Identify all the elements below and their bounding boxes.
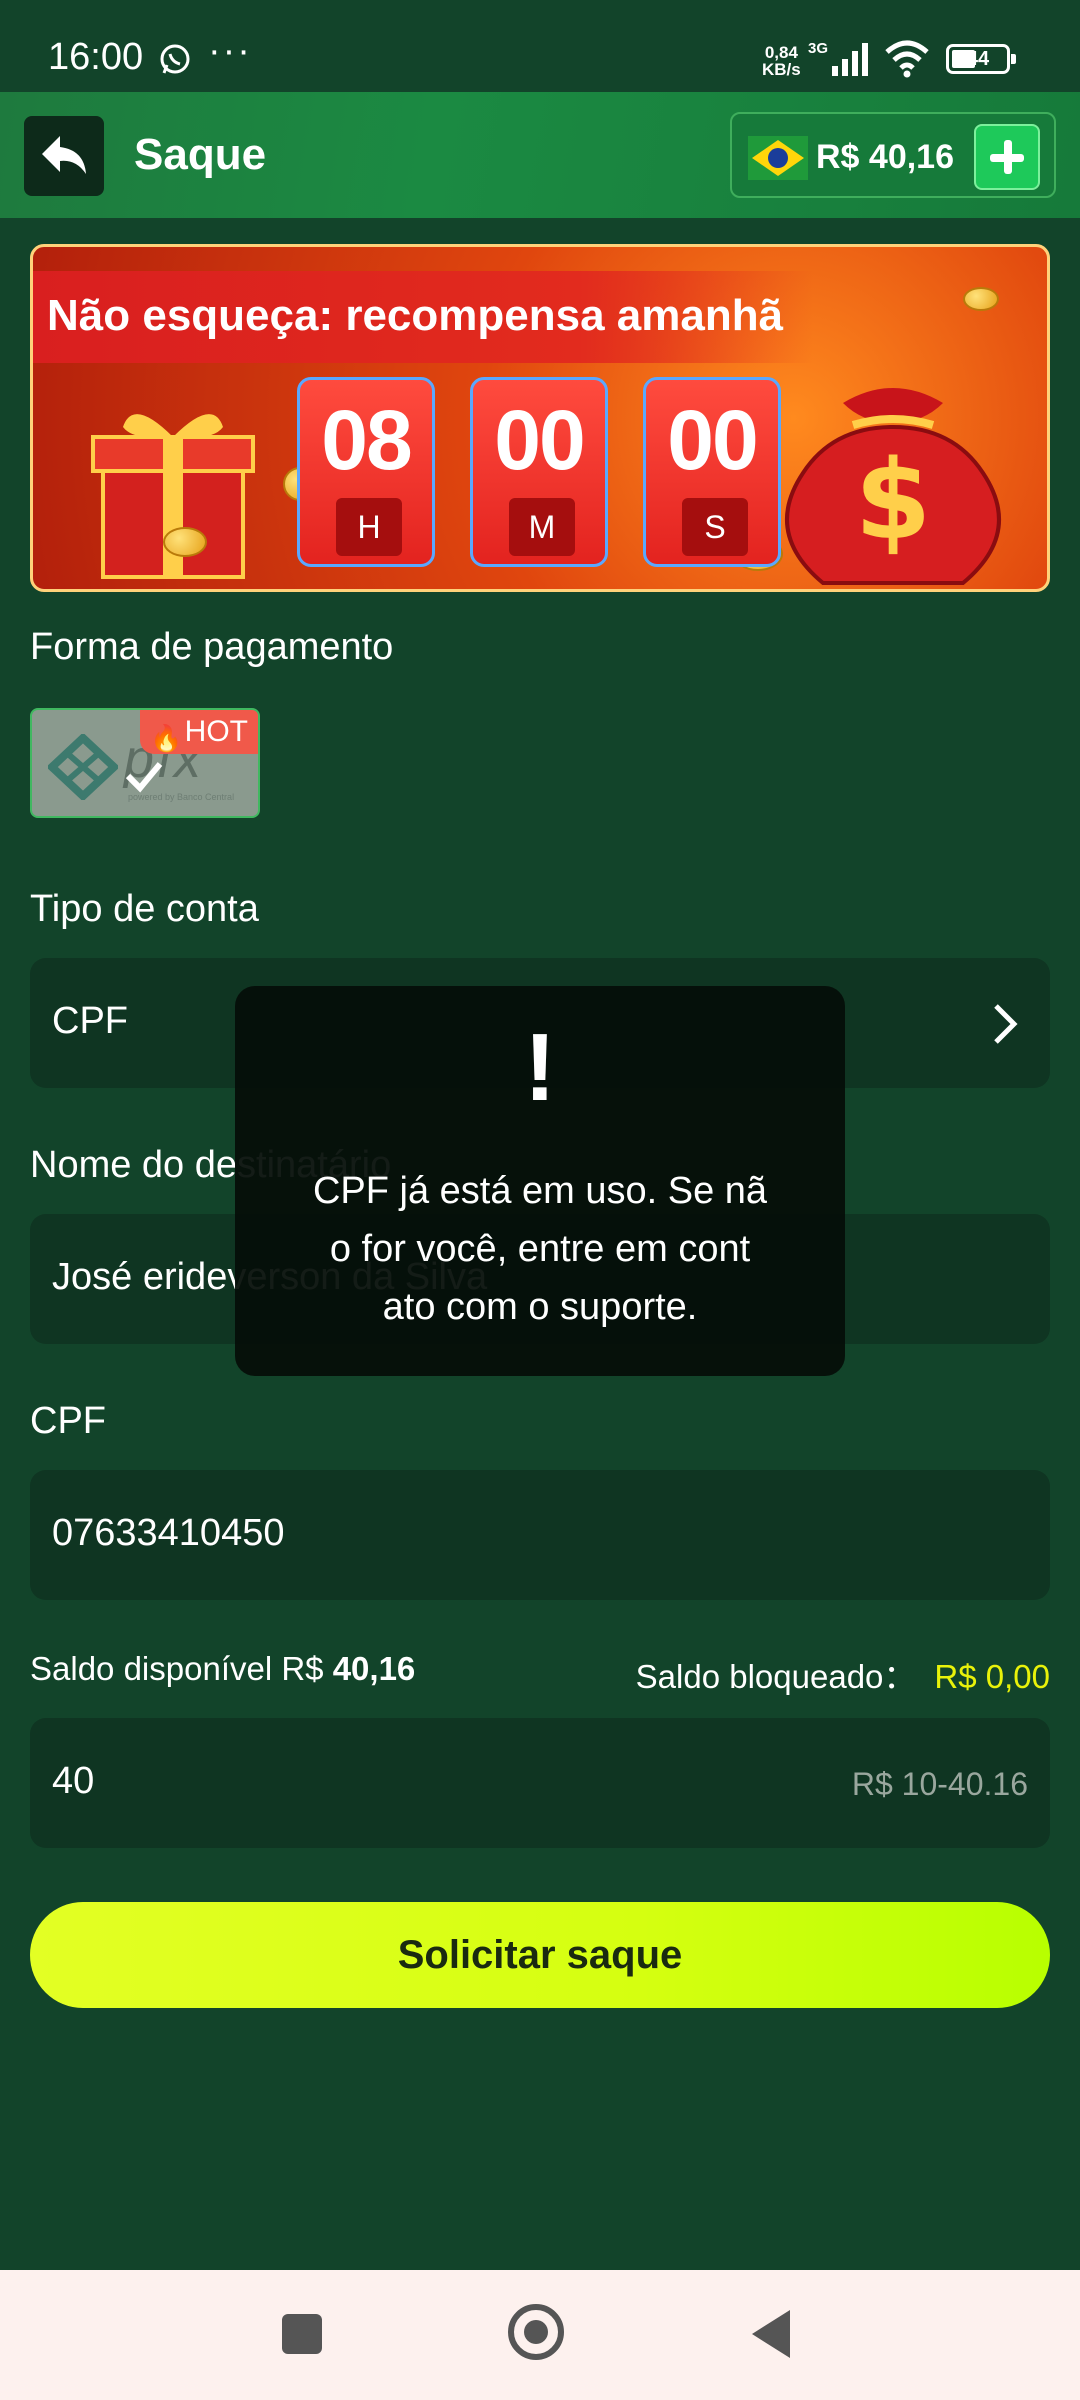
- gift-box-icon: [91, 414, 255, 579]
- blocked-balance: Saldo bloqueado： R$ 0,00: [635, 1658, 1050, 1695]
- reward-banner[interactable]: Não esqueça: recompensa amanhã $ 08 H 00…: [30, 244, 1050, 592]
- pix-payment-option[interactable]: pix powered by Banco Central 🔥 HOT: [30, 708, 260, 818]
- banner-title: Não esqueça: recompensa amanhã: [47, 291, 784, 340]
- flame-icon: 🔥: [150, 723, 183, 753]
- coin-icon: [963, 287, 999, 311]
- amount-value: 40: [52, 1760, 95, 1802]
- cpf-input[interactable]: 07633410450: [30, 1470, 1050, 1600]
- pix-logo-icon: [48, 734, 118, 800]
- battery-icon: 44: [946, 44, 1016, 74]
- back-triangle-icon[interactable]: [752, 2310, 790, 2358]
- recent-apps-icon[interactable]: [282, 2314, 322, 2354]
- coin-icon: [163, 527, 207, 557]
- svg-text:$: $: [855, 436, 932, 564]
- available-balance: Saldo disponível R$ 40,16: [30, 1650, 416, 1687]
- payment-method-label: Forma de pagamento: [30, 626, 394, 668]
- timer-hours: 08 H: [297, 377, 435, 567]
- more-notifications-icon: ···: [208, 30, 252, 72]
- status-time: 16:00: [48, 36, 144, 78]
- balance-widget: R$ 40,16: [730, 112, 1056, 198]
- balance-info-row: Saldo disponível R$ 40,16 Saldo bloquead…: [30, 1650, 1050, 1696]
- chevron-right-icon: [994, 1004, 1018, 1044]
- home-icon[interactable]: [508, 2304, 564, 2360]
- amount-range-hint: R$ 10-40.16: [851, 1766, 1028, 1802]
- deposit-plus-button[interactable]: [974, 124, 1040, 190]
- app-header: Saque R$ 40,16: [0, 92, 1080, 218]
- balance-amount: R$ 40,16: [816, 138, 954, 176]
- toast-message: CPF já está em uso. Se nã o for você, en…: [312, 1170, 768, 1328]
- signal-icon: [832, 43, 868, 76]
- hot-badge: 🔥 HOT: [140, 710, 258, 754]
- back-button[interactable]: [24, 116, 104, 196]
- account-type-value: CPF: [52, 1000, 128, 1042]
- exclamation-icon: !: [524, 1014, 556, 1121]
- back-arrow-icon: [42, 136, 86, 174]
- brazil-flag-icon: [748, 136, 808, 180]
- error-toast: ! CPF já está em uso. Se nã o for você, …: [235, 986, 845, 1376]
- wifi-icon: [885, 40, 929, 78]
- system-nav-bar: [0, 2270, 1080, 2400]
- request-withdrawal-button[interactable]: Solicitar saque: [30, 1902, 1050, 2008]
- status-bar: 16:00 ··· 0,84 KB/s 3G 44: [0, 0, 1080, 92]
- page-title: Saque: [134, 130, 267, 179]
- network-speed: 0,84 KB/s: [762, 43, 801, 79]
- network-type: 3G: [808, 40, 829, 57]
- whatsapp-icon: [160, 44, 190, 74]
- money-bag-icon: $: [785, 388, 1001, 585]
- cpf-value: 07633410450: [52, 1512, 285, 1554]
- selected-check-icon: [125, 762, 163, 793]
- timer-seconds: 00 S: [643, 377, 781, 567]
- cpf-label: CPF: [30, 1400, 106, 1442]
- amount-input[interactable]: 40 R$ 10-40.16: [30, 1718, 1050, 1848]
- timer-minutes: 00 M: [470, 377, 608, 567]
- account-type-label: Tipo de conta: [30, 888, 259, 930]
